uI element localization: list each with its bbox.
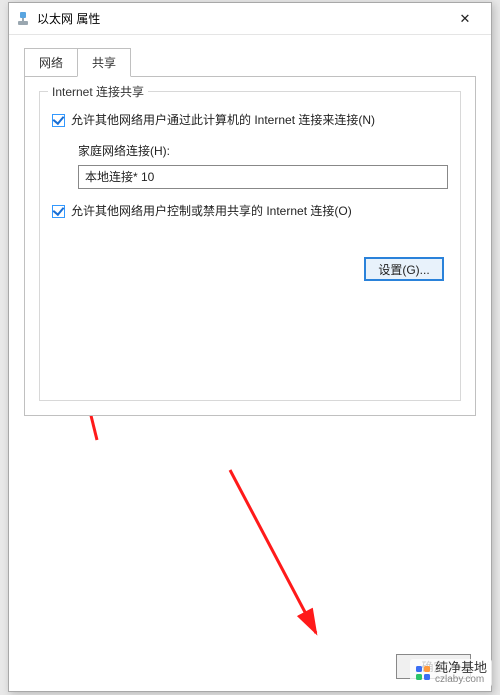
sharing-panel: Internet 连接共享 允许其他网络用户通过此计算机的 Internet 连… [24, 76, 476, 416]
tab-sharing[interactable]: 共享 [77, 48, 131, 77]
home-network-value: 本地连接* 10 [85, 170, 154, 184]
tab-network[interactable]: 网络 [24, 48, 78, 77]
content-area: 网络 共享 Internet 连接共享 允许其他网络用户通过此计算机的 Inte… [9, 35, 491, 641]
titlebar: 以太网 属性 ✕ [9, 3, 491, 35]
allow-other-connect-row[interactable]: 允许其他网络用户通过此计算机的 Internet 连接来连接(N) [52, 112, 448, 128]
home-network-label: 家庭网络连接(H): [78, 142, 448, 159]
allow-control-label: 允许其他网络用户控制或禁用共享的 Internet 连接(O) [71, 203, 352, 219]
tabs: 网络 共享 [24, 47, 476, 76]
network-adapter-icon [15, 11, 31, 27]
allow-other-connect-label: 允许其他网络用户通过此计算机的 Internet 连接来连接(N) [71, 112, 375, 128]
window-title: 以太网 属性 [37, 10, 100, 27]
home-network-select[interactable]: 本地连接* 10 [78, 165, 448, 189]
watermark: 纯净基地 czlaby.com [410, 659, 492, 687]
allow-other-connect-checkbox[interactable] [52, 114, 65, 127]
ethernet-properties-window: 以太网 属性 ✕ 网络 共享 Internet 连接共享 允许其他网络用户通过此… [8, 2, 492, 692]
allow-control-checkbox[interactable] [52, 205, 65, 218]
ics-group-title: Internet 连接共享 [48, 83, 148, 100]
settings-button-label: 设置(G)... [378, 261, 429, 278]
home-network-field: 家庭网络连接(H): 本地连接* 10 [78, 142, 448, 189]
close-button[interactable]: ✕ [445, 5, 485, 33]
settings-button[interactable]: 设置(G)... [364, 257, 444, 281]
tab-sharing-label: 共享 [92, 56, 116, 70]
watermark-name: 纯净基地 [435, 660, 487, 675]
ics-groupbox: Internet 连接共享 允许其他网络用户通过此计算机的 Internet 连… [39, 91, 461, 401]
settings-button-row: 设置(G)... [52, 257, 448, 281]
watermark-url: czlaby.com [435, 675, 487, 685]
tab-network-label: 网络 [39, 56, 63, 70]
watermark-text: 纯净基地 czlaby.com [435, 661, 487, 685]
close-icon: ✕ [460, 11, 471, 27]
allow-control-row[interactable]: 允许其他网络用户控制或禁用共享的 Internet 连接(O) [52, 203, 448, 219]
watermark-logo-icon [415, 665, 431, 681]
